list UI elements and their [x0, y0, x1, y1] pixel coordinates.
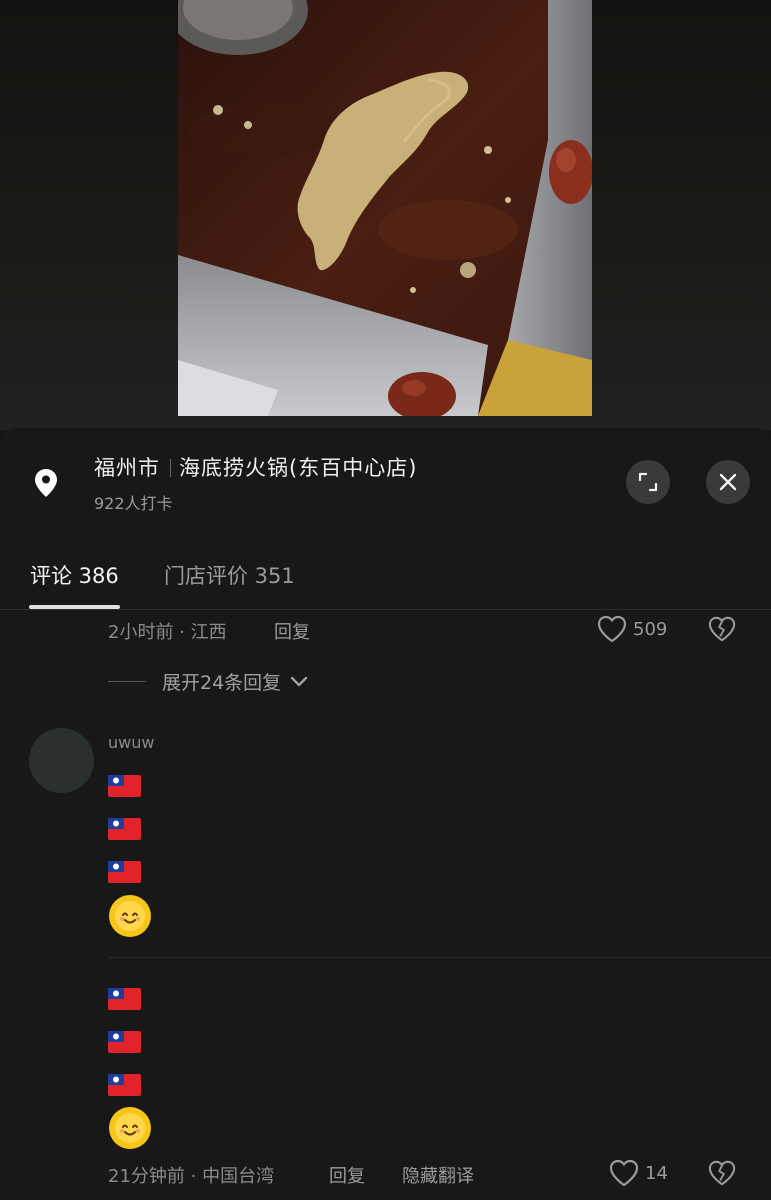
avatar[interactable] [29, 728, 94, 793]
smiling-sun-emoji [108, 894, 152, 938]
city-name: 福州市 [94, 456, 160, 480]
dislike-button[interactable] [708, 615, 736, 647]
expand-replies-label: 展开24条回复 [162, 672, 282, 694]
comment-meta: 21分钟前 · 中国台湾 [108, 1166, 275, 1187]
like-button[interactable]: 509 [597, 615, 667, 643]
reply-button[interactable]: 回复 [274, 618, 310, 644]
close-icon [719, 473, 737, 491]
expand-replies-button[interactable]: 展开24条回复 [108, 668, 309, 695]
like-count: 509 [633, 618, 668, 640]
dislike-button[interactable] [708, 1159, 736, 1191]
expand-line [108, 681, 146, 682]
hotpot-photo[interactable] [178, 0, 592, 416]
broken-heart-icon [708, 1160, 736, 1186]
flag-emoji [108, 1069, 141, 1101]
flag-emoji [108, 983, 141, 1015]
translation-divider [108, 957, 771, 958]
heart-icon [609, 1159, 639, 1187]
title-separator [170, 459, 171, 477]
checkin-count: 922人打卡 [94, 494, 173, 513]
tab-bar: 评论 386 门店评价 351 [0, 540, 771, 610]
location-sheet: 福州市 海底捞火锅(东百中心店) 922人打卡 评论 386 门店评价 351 2… [0, 428, 771, 1200]
reply-button[interactable]: 回复 [329, 1162, 365, 1188]
username[interactable]: uwuw [108, 733, 154, 752]
comment-meta: 2小时前 · 江西 [108, 622, 227, 643]
location-pin-icon [34, 468, 58, 498]
location-title[interactable]: 福州市 海底捞火锅(东百中心店) [94, 452, 417, 482]
tab-store-reviews[interactable]: 门店评价 351 [164, 560, 295, 590]
flag-emoji [108, 813, 141, 845]
flag-emoji [108, 856, 141, 888]
tab-comments[interactable]: 评论 386 [30, 560, 119, 590]
smiling-sun-emoji [108, 1106, 152, 1150]
chevron-down-icon [290, 676, 308, 686]
broken-heart-icon [708, 616, 736, 642]
expand-icon [638, 472, 658, 492]
store-name: 海底捞火锅(东百中心店) [179, 456, 418, 480]
expand-button[interactable] [626, 460, 670, 504]
heart-icon [597, 615, 627, 643]
active-tab-indicator [29, 605, 120, 609]
close-button[interactable] [706, 460, 750, 504]
flag-emoji [108, 770, 141, 802]
like-button[interactable]: 14 [609, 1159, 668, 1187]
like-count: 14 [645, 1162, 668, 1184]
flag-emoji [108, 1026, 141, 1058]
hide-translation-button[interactable]: 隐藏翻译 [402, 1162, 474, 1188]
